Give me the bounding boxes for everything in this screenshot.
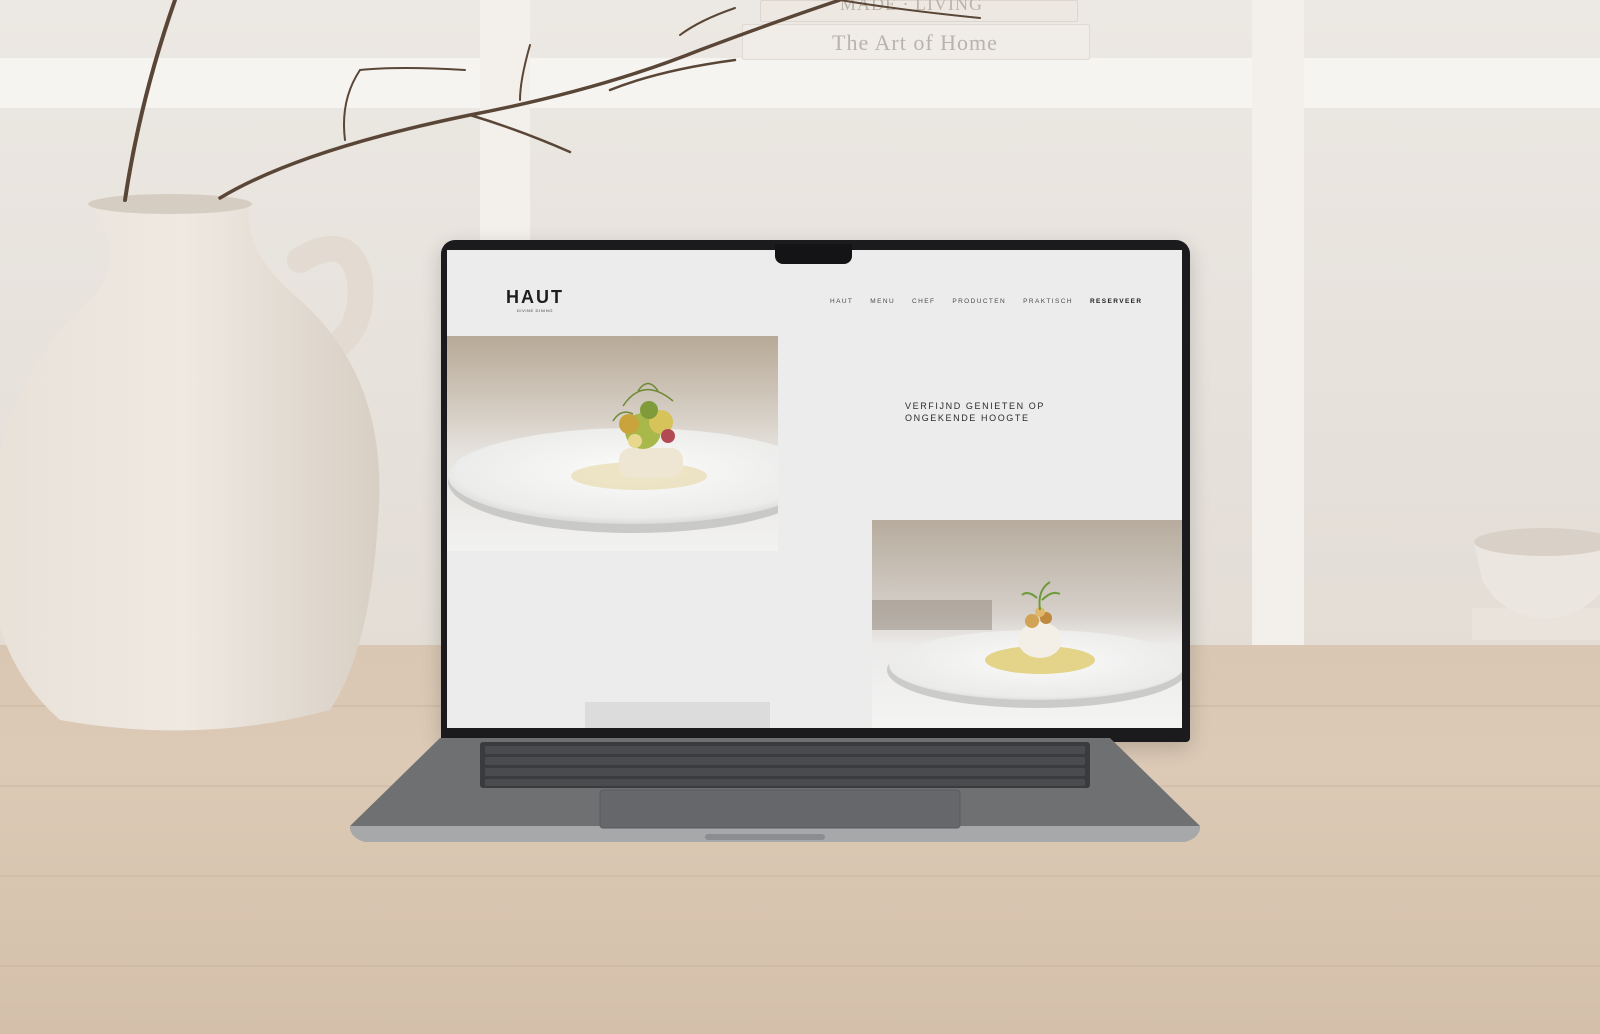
section-placeholder-block	[585, 702, 770, 728]
nav-item-chef[interactable]: CHEF	[912, 298, 935, 305]
nav-item-menu[interactable]: MENU	[870, 298, 895, 305]
logo-wordmark: HAUT	[506, 287, 564, 307]
dish-photo-2	[872, 520, 1182, 728]
nav-item-haut[interactable]: HAUT	[830, 298, 853, 305]
laptop-base	[350, 738, 1200, 842]
dish-photo-1-image	[447, 336, 778, 551]
dish-photo-2-image	[872, 520, 1182, 728]
camera-notch	[775, 244, 852, 264]
table-grain	[0, 965, 1600, 967]
dish-photo-1	[447, 336, 778, 551]
ceramic-bowl	[1472, 528, 1600, 640]
browser-viewport: HAUT DIVINE DINING HAUT MENU CHEF PRODUC…	[447, 250, 1182, 728]
hero-heading-line-2: ONGEKENDE HOOGTE	[905, 413, 1030, 423]
hero-heading-line-1: VERFIJND GENIETEN OP	[905, 401, 1046, 411]
table-grain	[0, 875, 1600, 877]
main-navigation: HAUT MENU CHEF PRODUCTEN PRAKTISCH RESER…	[830, 298, 1143, 305]
dry-branch	[123, 0, 981, 202]
shelf-divider-2	[1252, 0, 1304, 650]
hero-heading: VERFIJND GENIETEN OP ONGEKENDE HOOGTE	[905, 400, 1085, 424]
nav-item-praktisch[interactable]: PRAKTISCH	[1023, 298, 1073, 305]
reserveer-button[interactable]: RESERVEER	[1090, 298, 1143, 305]
site-logo[interactable]: HAUT DIVINE DINING	[506, 288, 564, 313]
clay-vase	[0, 194, 380, 731]
nav-item-producten[interactable]: PRODUCTEN	[952, 298, 1006, 305]
logo-tagline: DIVINE DINING	[516, 308, 554, 313]
